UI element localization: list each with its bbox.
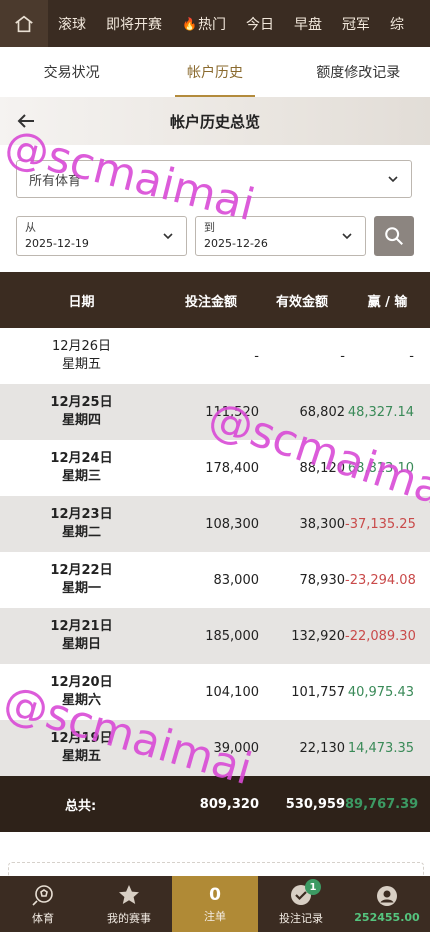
total-label: 总共: — [65, 798, 97, 814]
row-winloss: -23,294.08 — [345, 572, 416, 588]
row-bet: 83,000 — [213, 572, 260, 588]
bottom-nav-bet-records-label: 投注记录 — [279, 911, 323, 925]
table-row[interactable]: 12月19日 星期五 39,000 22,130 14,473.35 — [0, 720, 430, 776]
date-from-label: 从 — [25, 221, 36, 234]
date-from-picker[interactable]: 从 2025-12-19 — [16, 216, 187, 256]
total-valid: 530,959 — [285, 796, 345, 812]
chevron-down-icon — [388, 176, 398, 183]
header-valid-amount: 有效金额 — [275, 294, 328, 310]
date-to-label: 到 — [204, 221, 215, 234]
tab-account-history[interactable]: 帐户历史 — [143, 47, 286, 97]
bottom-nav: 体育 我的赛事 0 注单 1 投注记录 252455.00 — [0, 876, 430, 932]
bottom-nav-account[interactable]: 252455.00 — [344, 876, 430, 932]
row-bet: 39,000 — [213, 740, 260, 756]
bet-records-badge: 1 — [305, 879, 321, 895]
row-winloss: -22,089.30 — [345, 628, 416, 644]
table-row[interactable]: 12月25日 星期四 111,520 68,802 48,327.14 — [0, 384, 430, 440]
search-icon — [385, 227, 403, 245]
soccer-ball-icon — [32, 884, 53, 906]
back-arrow-icon[interactable] — [14, 109, 38, 133]
home-button[interactable] — [0, 0, 48, 47]
tab-credit-change-log[interactable]: 额度修改记录 — [287, 47, 430, 97]
nav-hot[interactable]: 🔥 热门 — [172, 0, 236, 47]
nav-early[interactable]: 早盘 — [284, 0, 332, 47]
bottom-nav-sports-label: 体育 — [32, 911, 54, 925]
row-valid: 38,300 — [299, 516, 346, 532]
row-valid: - — [340, 348, 345, 364]
nav-upcoming[interactable]: 即将开赛 — [96, 0, 172, 47]
table-row[interactable]: 12月23日 星期二 108,300 38,300 -37,135.25 — [0, 496, 430, 552]
row-valid: 132,920 — [291, 628, 345, 644]
row-bet: 178,400 — [205, 460, 259, 476]
table-header: 日期 投注金额 有效金额 赢 / 输 — [0, 272, 430, 328]
table-total-row: 总共: 809,320 530,959 89,767.39 — [0, 776, 430, 832]
search-button[interactable] — [374, 216, 414, 256]
row-date: 12月23日 星期二 — [50, 507, 113, 540]
page-title: 帐户历史总览 — [169, 112, 260, 131]
bottom-nav-bet-slip[interactable]: 0 注单 — [172, 876, 258, 932]
row-date: 12月21日 星期日 — [50, 619, 113, 652]
total-bet: 809,320 — [199, 796, 259, 812]
flame-icon: 🔥 — [182, 16, 197, 31]
row-winloss: - — [409, 348, 414, 364]
account-tabs: 交易状况 帐户历史 额度修改记录 — [0, 47, 430, 98]
row-valid: 101,757 — [291, 684, 345, 700]
user-avatar-icon — [377, 886, 397, 906]
chevron-down-icon — [342, 233, 352, 240]
row-valid: 22,130 — [299, 740, 346, 756]
top-nav: 滚球 即将开赛 🔥 热门 今日 早盘 冠军 综 — [0, 0, 430, 47]
row-winloss: 68,813.10 — [347, 460, 414, 476]
bottom-nav-bet-records[interactable]: 1 投注记录 — [258, 876, 344, 932]
row-date: 12月25日 星期四 — [50, 395, 113, 428]
tab-transaction-status[interactable]: 交易状况 — [0, 47, 143, 97]
row-winloss: 14,473.35 — [347, 740, 414, 756]
date-to-value: 2025-12-26 — [204, 237, 268, 250]
row-winloss: 40,975.43 — [347, 684, 414, 700]
row-bet: 111,520 — [205, 404, 259, 420]
table-row[interactable]: 12月26日 星期五 - - - — [0, 328, 430, 384]
nav-outright[interactable]: 冠军 — [332, 0, 380, 47]
nav-hot-label: 热门 — [197, 16, 226, 33]
bottom-nav-sports[interactable]: 体育 — [0, 876, 86, 932]
row-bet: 108,300 — [205, 516, 259, 532]
chevron-down-icon — [163, 233, 173, 240]
row-date: 12月24日 星期三 — [50, 451, 113, 484]
date-from-value: 2025-12-19 — [25, 237, 89, 250]
table-row[interactable]: 12月20日 星期六 104,100 101,757 40,975.43 — [0, 664, 430, 720]
row-date: 12月19日 星期五 — [50, 731, 113, 764]
account-balance: 252455.00 — [354, 911, 420, 924]
row-bet: 185,000 — [205, 628, 259, 644]
table-row[interactable]: 12月22日 星期一 83,000 78,930 -23,294.08 — [0, 552, 430, 608]
row-valid: 78,930 — [299, 572, 346, 588]
date-to-picker[interactable]: 到 2025-12-26 — [195, 216, 366, 256]
title-bar: 帐户历史总览 — [0, 97, 430, 145]
row-winloss: 48,327.14 — [347, 404, 414, 420]
row-valid: 88,120 — [299, 460, 346, 476]
row-bet: - — [254, 348, 259, 364]
nav-more[interactable]: 综 — [380, 0, 414, 47]
home-icon — [15, 15, 33, 32]
header-bet-amount: 投注金额 — [184, 294, 237, 310]
bottom-nav-my-events-label: 我的赛事 — [107, 911, 151, 925]
bet-slip-count: 0 — [209, 884, 221, 905]
row-winloss: -37,135.25 — [345, 516, 416, 532]
sport-select-value: 所有体育 — [29, 173, 82, 189]
row-valid: 68,802 — [299, 404, 346, 420]
table-row[interactable]: 12月21日 星期日 185,000 132,920 -22,089.30 — [0, 608, 430, 664]
star-icon — [119, 884, 139, 904]
header-date: 日期 — [68, 294, 95, 310]
table-row[interactable]: 12月24日 星期三 178,400 88,120 68,813.10 — [0, 440, 430, 496]
row-date: 12月26日 星期五 — [51, 339, 112, 372]
bottom-nav-bet-slip-label: 注单 — [204, 909, 226, 923]
sport-select[interactable]: 所有体育 — [16, 160, 412, 198]
row-bet: 104,100 — [205, 684, 259, 700]
row-date: 12月20日 星期六 — [50, 675, 113, 708]
bottom-nav-my-events[interactable]: 我的赛事 — [86, 876, 172, 932]
total-winloss: 89,767.39 — [345, 796, 419, 812]
row-date: 12月22日 星期一 — [50, 563, 113, 596]
header-win-loss: 赢 / 输 — [367, 294, 408, 310]
nav-today[interactable]: 今日 — [236, 0, 284, 47]
nav-inplay[interactable]: 滚球 — [48, 0, 96, 47]
